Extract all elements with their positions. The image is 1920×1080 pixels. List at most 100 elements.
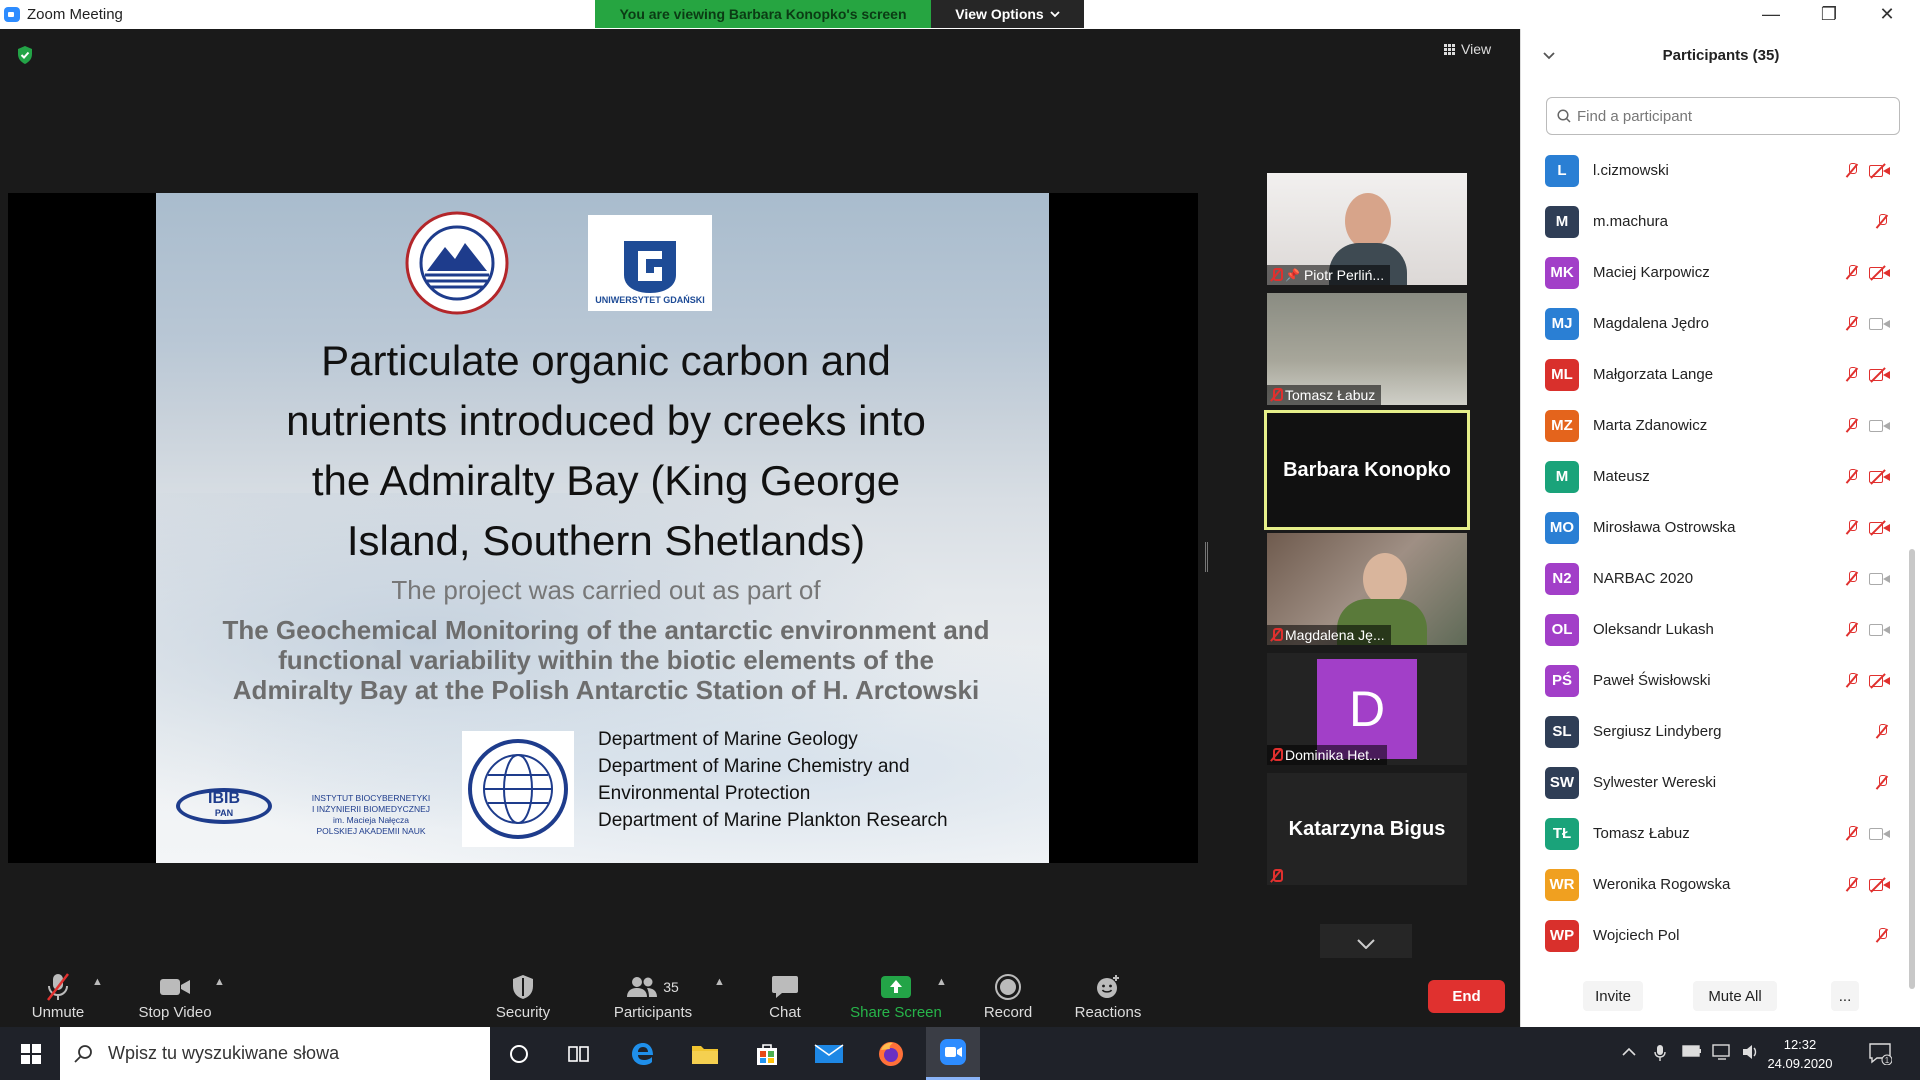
participants-count: 35 bbox=[663, 979, 679, 995]
file-explorer-button[interactable] bbox=[678, 1027, 732, 1080]
encryption-shield-icon[interactable] bbox=[16, 45, 34, 65]
audio-options-caret-icon[interactable]: ▲ bbox=[92, 976, 103, 988]
participants-options-caret-icon[interactable]: ▲ bbox=[714, 976, 725, 988]
slide-project-line: The Geochemical Monitoring of the antarc… bbox=[222, 615, 990, 645]
restore-button[interactable]: ❐ bbox=[1800, 0, 1858, 29]
meeting-toolbar: Unmute ▲ Stop Video ▲ Security 35 Partic… bbox=[0, 958, 1520, 1027]
share-options-caret-icon[interactable]: ▲ bbox=[936, 976, 947, 988]
participants-panel: Participants (35) Find a participant Ll.… bbox=[1520, 29, 1920, 1027]
chevron-down-icon bbox=[1357, 939, 1375, 949]
mic-muted-icon bbox=[1877, 928, 1887, 947]
participant-list-scrollbar[interactable] bbox=[1909, 549, 1915, 989]
participant-row[interactable]: MZ Marta Zdanowicz bbox=[1521, 400, 1920, 451]
close-button[interactable]: ✕ bbox=[1858, 0, 1916, 29]
participant-row[interactable]: SW Sylwester Wereski bbox=[1521, 757, 1920, 808]
battery-icon[interactable] bbox=[1682, 1044, 1702, 1060]
video-thumbnail[interactable]: Tomasz Łabuz bbox=[1267, 293, 1467, 405]
participant-row[interactable]: WR Weronika Rogowska bbox=[1521, 859, 1920, 910]
participants-button[interactable]: 35 Participants bbox=[610, 958, 696, 1027]
participant-row[interactable]: PŚ Paweł Świsłowski bbox=[1521, 655, 1920, 706]
view-options-button[interactable]: View Options bbox=[931, 0, 1084, 28]
participant-name: Magdalena Jędro bbox=[1593, 315, 1709, 332]
notifications-icon[interactable]: 1 bbox=[1868, 1041, 1893, 1068]
mic-muted-icon bbox=[1847, 265, 1857, 284]
video-on-icon bbox=[1869, 623, 1891, 637]
stop-video-label: Stop Video bbox=[138, 1004, 212, 1021]
volume-icon[interactable] bbox=[1742, 1044, 1760, 1063]
participant-name: l.cizmowski bbox=[1593, 162, 1669, 179]
participant-avatar: TŁ bbox=[1545, 817, 1579, 850]
participant-name: Paweł Świsłowski bbox=[1593, 672, 1711, 689]
participant-row[interactable]: TŁ Tomasz Łabuz bbox=[1521, 808, 1920, 859]
store-button[interactable] bbox=[740, 1027, 794, 1080]
show-hidden-icons-chevron-icon[interactable] bbox=[1622, 1044, 1636, 1060]
participant-name: Oleksandr Lukash bbox=[1593, 621, 1714, 638]
participant-row[interactable]: Ll.cizmowski bbox=[1521, 145, 1920, 196]
start-button[interactable] bbox=[4, 1027, 58, 1080]
zoom-taskbar-button[interactable] bbox=[926, 1027, 980, 1080]
participant-row[interactable]: MK Maciej Karpowicz bbox=[1521, 247, 1920, 298]
participant-row[interactable]: MJ Magdalena Jędro bbox=[1521, 298, 1920, 349]
microphone-tray-icon[interactable] bbox=[1654, 1044, 1666, 1065]
mic-muted-icon bbox=[1271, 388, 1283, 402]
edge-browser-button[interactable] bbox=[616, 1027, 670, 1080]
participant-row[interactable]: WP Wojciech Pol bbox=[1521, 910, 1920, 961]
stop-video-button[interactable]: Stop Video bbox=[130, 958, 220, 1027]
mic-muted-icon bbox=[1877, 724, 1887, 743]
network-icon[interactable] bbox=[1712, 1044, 1732, 1063]
thumbnail-name: Barbara Konopko bbox=[1283, 458, 1451, 481]
thumbnail-name: Piotr Perliń... bbox=[1303, 267, 1385, 283]
unmute-button[interactable]: Unmute bbox=[22, 958, 94, 1027]
thumbnail-name: Dominika Het... bbox=[1285, 747, 1381, 763]
taskbar-clock[interactable]: 12:32 24.09.2020 bbox=[1760, 1035, 1840, 1073]
participant-row[interactable]: ML Małgorzata Lange bbox=[1521, 349, 1920, 400]
security-button[interactable]: Security bbox=[488, 958, 558, 1027]
chat-button[interactable]: Chat bbox=[760, 958, 810, 1027]
task-view-button[interactable] bbox=[552, 1027, 606, 1080]
clock-date: 24.09.2020 bbox=[1767, 1056, 1833, 1071]
participant-row[interactable]: M Mateusz bbox=[1521, 451, 1920, 502]
view-label: View bbox=[1461, 41, 1492, 57]
video-thumbnail[interactable]: D Dominika Het... bbox=[1267, 653, 1467, 765]
mic-muted-icon bbox=[1877, 214, 1887, 233]
firefox-button[interactable] bbox=[864, 1027, 918, 1080]
reactions-button[interactable]: Reactions bbox=[1072, 958, 1144, 1027]
slide-project-line: functional variability within the biotic… bbox=[278, 645, 934, 675]
participant-avatar: M bbox=[1545, 205, 1579, 238]
mute-all-button[interactable]: Mute All bbox=[1693, 981, 1777, 1011]
participant-row[interactable]: MO Mirosława Ostrowska bbox=[1521, 502, 1920, 553]
video-options-caret-icon[interactable]: ▲ bbox=[214, 976, 225, 988]
participant-avatar: N2 bbox=[1545, 562, 1579, 595]
windows-taskbar: Wpisz tu wyszukiwane słowa 12:32 24.09.2… bbox=[0, 1027, 1920, 1080]
cortana-button[interactable] bbox=[492, 1027, 546, 1080]
participant-avatar: SW bbox=[1545, 766, 1579, 799]
invite-button[interactable]: Invite bbox=[1583, 981, 1643, 1011]
share-screen-button[interactable]: Share Screen bbox=[848, 958, 944, 1027]
search-placeholder: Find a participant bbox=[1577, 107, 1693, 125]
participant-row[interactable]: SL Sergiusz Lindyberg bbox=[1521, 706, 1920, 757]
slide-departments: Department of Marine Geology Department … bbox=[598, 726, 1038, 834]
end-meeting-button[interactable]: End bbox=[1428, 980, 1505, 1013]
participant-row[interactable]: Mm.machura bbox=[1521, 196, 1920, 247]
zoom-icon bbox=[940, 1039, 966, 1065]
video-thumbnail[interactable]: Katarzyna Bigus bbox=[1267, 773, 1467, 885]
participant-name: Małgorzata Lange bbox=[1593, 366, 1714, 383]
participant-search-input[interactable]: Find a participant bbox=[1546, 97, 1900, 135]
video-thumbnail[interactable]: Magdalena Ję... bbox=[1267, 533, 1467, 645]
participant-name: Maciej Karpowicz bbox=[1593, 264, 1710, 281]
view-layout-button[interactable]: View bbox=[1444, 41, 1491, 57]
mic-muted-icon bbox=[1847, 418, 1857, 437]
video-thumbnail-active-speaker[interactable]: Barbara Konopko bbox=[1264, 410, 1470, 530]
taskbar-search-input[interactable]: Wpisz tu wyszukiwane słowa bbox=[60, 1027, 490, 1080]
video-on-icon bbox=[1869, 827, 1891, 841]
minimize-button[interactable]: — bbox=[1742, 0, 1800, 29]
participant-row[interactable]: OL Oleksandr Lukash bbox=[1521, 604, 1920, 655]
participant-row[interactable]: N2 NARBAC 2020 bbox=[1521, 553, 1920, 604]
record-button[interactable]: Record bbox=[980, 958, 1036, 1027]
panel-resize-handle[interactable] bbox=[1205, 542, 1208, 572]
search-icon bbox=[1557, 109, 1571, 123]
more-options-button[interactable]: ... bbox=[1831, 981, 1859, 1011]
mic-muted-icon bbox=[1271, 869, 1283, 883]
video-thumbnail[interactable]: 📌 Piotr Perliń... bbox=[1267, 173, 1467, 285]
mail-button[interactable] bbox=[802, 1027, 856, 1080]
